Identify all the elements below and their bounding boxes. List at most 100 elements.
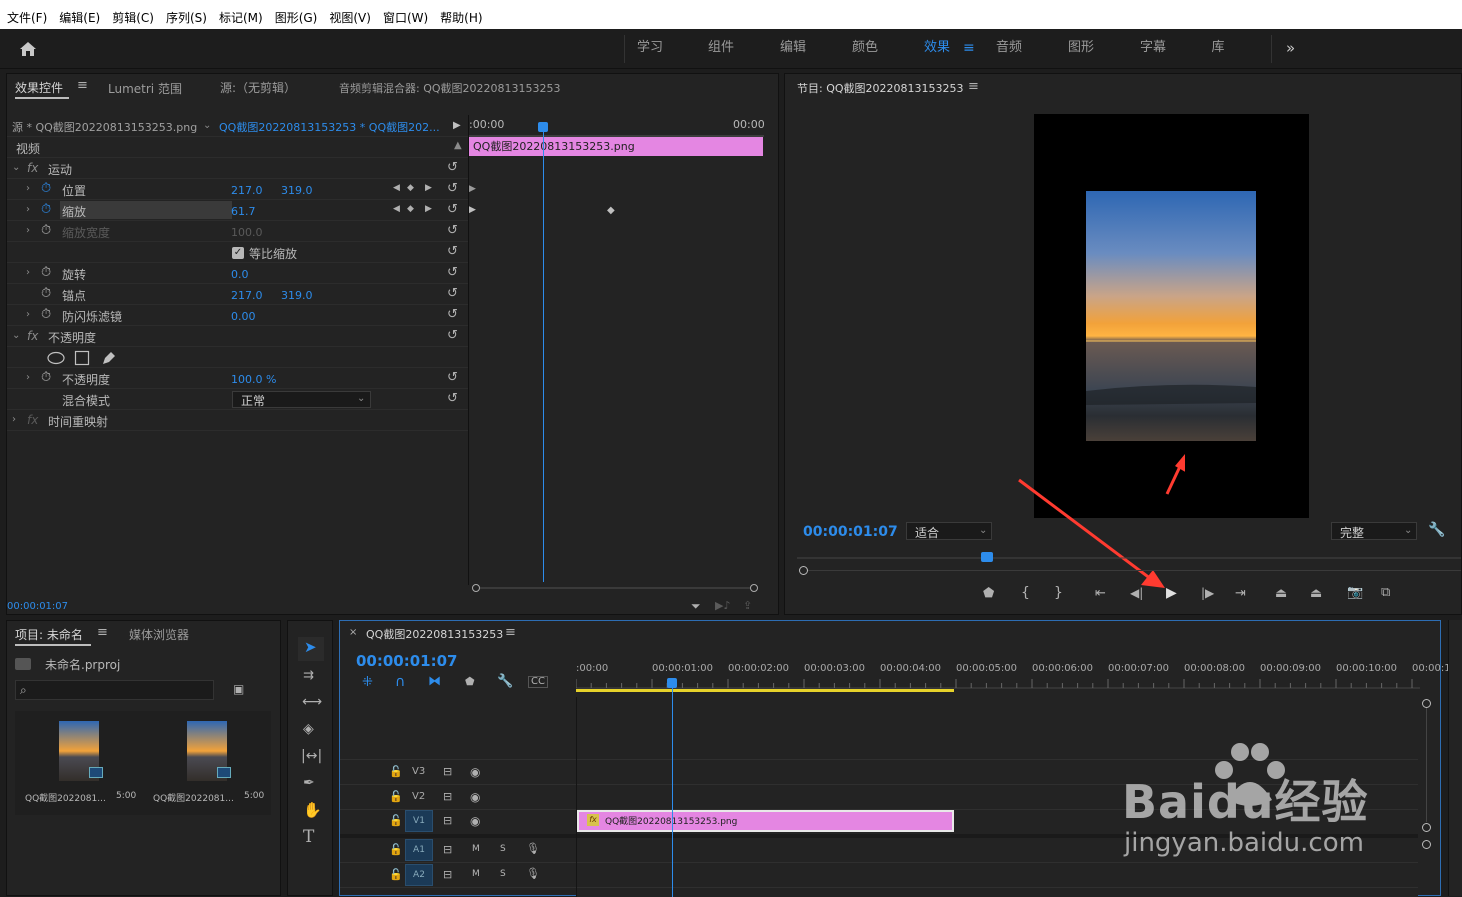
chevron-right-icon[interactable]: › xyxy=(26,372,30,383)
scrubber-playhead[interactable] xyxy=(981,552,993,562)
fit-select[interactable]: 适合 ⌄ xyxy=(906,522,992,540)
workspace-audio[interactable]: 音频 xyxy=(973,29,1045,69)
menu-file[interactable]: 文件(F) xyxy=(7,9,47,26)
workspace-learn[interactable]: 学习 xyxy=(614,29,686,69)
menu-sequence[interactable]: 序列(S) xyxy=(166,9,207,26)
sync-lock-icon[interactable]: ⊟ xyxy=(443,815,452,826)
extract-icon[interactable]: ⏏ xyxy=(1310,587,1322,600)
tab-source[interactable]: 源:（无剪辑） xyxy=(220,79,296,96)
track-select-icon[interactable]: ⇉ xyxy=(303,669,314,682)
chevron-right-icon[interactable]: › xyxy=(12,414,16,425)
next-keyframe-icon[interactable]: ▶ xyxy=(425,184,432,193)
uniform-scale-checkbox[interactable]: ✓ xyxy=(232,247,244,259)
new-bin-icon[interactable]: ▣ xyxy=(233,683,244,695)
ellipse-mask-icon[interactable] xyxy=(46,351,66,365)
position-y[interactable]: 319.0 xyxy=(281,184,313,197)
time-remap-row[interactable]: › fx 时间重映射 xyxy=(7,410,468,431)
stopwatch-icon[interactable]: ⏱ xyxy=(41,203,51,216)
mute-button[interactable]: M xyxy=(472,844,480,854)
menu-window[interactable]: 窗口(W) xyxy=(383,9,428,26)
sync-lock-icon[interactable]: ⊟ xyxy=(443,844,452,855)
sequence-label[interactable]: QQ截图20220813153253 * QQ截图202... xyxy=(219,119,440,135)
sync-lock-icon[interactable]: ⊟ xyxy=(443,766,452,777)
step-forward-icon[interactable]: |▶ xyxy=(1201,587,1214,599)
rotation-value[interactable]: 0.0 xyxy=(231,268,249,281)
type-tool-icon[interactable]: T xyxy=(303,829,314,846)
panel-menu-icon[interactable]: ≡ xyxy=(505,625,516,640)
captions-icon[interactable]: CC xyxy=(528,676,548,688)
track-target-a1[interactable]: A1 xyxy=(405,839,433,861)
motion-row[interactable]: ⌄ fx 运动 ↺ xyxy=(7,158,468,179)
add-keyframe-icon[interactable]: ◆ xyxy=(407,184,414,193)
timeline-ruler[interactable]: :00:00 00:00:01:00 00:00:02:00 00:00:03:00 0… xyxy=(576,659,1451,693)
project-item[interactable]: QQ截图2022081... 5:00 xyxy=(143,711,269,815)
zoom-handle[interactable] xyxy=(799,566,808,575)
tab-audio-clip-mixer[interactable]: 音频剪辑混合器: QQ截图20220813153253 xyxy=(339,80,561,96)
razor-icon[interactable]: ◈ xyxy=(303,722,314,736)
go-to-out-icon[interactable]: ⇥ xyxy=(1235,587,1246,600)
prev-keyframe-icon[interactable]: ◀ xyxy=(393,205,400,214)
go-to-in-icon[interactable]: ⇤ xyxy=(1095,587,1106,600)
scale-value[interactable]: 61.7 xyxy=(231,205,256,218)
selection-tool-icon[interactable]: ➤ xyxy=(304,640,317,655)
position-x[interactable]: 217.0 xyxy=(231,184,263,197)
menu-help[interactable]: 帮助(H) xyxy=(440,9,482,26)
tab-media-browser[interactable]: 媒体浏览器 xyxy=(129,626,189,643)
keyframe-diamond-icon[interactable]: ◆ xyxy=(607,205,615,216)
reset-icon[interactable]: ↺ xyxy=(447,328,458,343)
menu-view[interactable]: 视图(V) xyxy=(329,9,371,26)
anchor-y[interactable]: 319.0 xyxy=(281,289,313,302)
chevron-right-icon[interactable]: › xyxy=(26,204,30,215)
ripple-edit-icon[interactable]: ⟷ xyxy=(302,695,322,709)
hand-tool-icon[interactable]: ✋ xyxy=(303,803,322,818)
lock-icon[interactable]: 🔓 xyxy=(389,766,403,777)
lock-icon[interactable]: 🔓 xyxy=(389,844,403,855)
mark-out-icon[interactable]: } xyxy=(1054,586,1063,600)
workspace-captions[interactable]: 字幕 xyxy=(1117,29,1189,69)
flicker-row[interactable]: › ⏱ 防闪烁滤镜 0.00 ↺ xyxy=(7,305,468,326)
scroll-handle-audio[interactable] xyxy=(1422,840,1431,849)
mark-in-icon[interactable]: { xyxy=(1021,586,1030,600)
opacity-row[interactable]: › ⏱ 不透明度 100.0 % ↺ xyxy=(7,368,468,389)
timeline-clip[interactable]: fx QQ截图20220813153253.png xyxy=(577,810,954,832)
program-timecode[interactable]: 00:00:01:07 xyxy=(803,524,898,540)
chevron-right-icon[interactable]: › xyxy=(26,267,30,278)
blend-mode-select[interactable]: 正常 ⌄ xyxy=(232,391,371,408)
program-scrubber[interactable] xyxy=(797,552,1461,575)
add-keyframe-icon[interactable]: ◆ xyxy=(407,205,414,214)
anchor-row[interactable]: ⏱ 锚点 217.0 319.0 ↺ xyxy=(7,284,468,305)
flicker-value[interactable]: 0.00 xyxy=(231,310,256,323)
eye-icon[interactable]: ◉ xyxy=(470,766,480,778)
workspace-color[interactable]: 颜色 xyxy=(829,29,901,69)
snap-magnet-icon[interactable]: ∩ xyxy=(395,675,405,689)
lock-icon[interactable]: 🔓 xyxy=(389,815,403,826)
chevron-right-icon[interactable]: › xyxy=(26,309,30,320)
scroll-handle-left[interactable] xyxy=(472,584,480,592)
opacity-fx-row[interactable]: ⌄ fx 不透明度 ↺ xyxy=(7,326,468,347)
slip-tool-icon[interactable]: |↔| xyxy=(301,749,322,763)
mini-timeline-ruler[interactable]: :00:00 00:00 xyxy=(469,115,765,137)
mic-icon[interactable]: 🎙 xyxy=(526,868,540,879)
menu-marker[interactable]: 标记(M) xyxy=(219,9,263,26)
step-back-icon[interactable]: ◀| xyxy=(1130,587,1143,599)
program-title[interactable]: 节目: QQ截图20220813153253 xyxy=(797,80,964,96)
rotation-row[interactable]: › ⏱ 旋转 0.0 ↺ xyxy=(7,263,468,284)
scale-row[interactable]: › ⏱ 缩放 61.7 ◀ ◆ ▶ ↺ xyxy=(7,200,468,221)
stopwatch-icon[interactable]: ⏱ xyxy=(41,182,51,195)
comparison-view-icon[interactable]: ⧉ xyxy=(1381,586,1390,599)
stopwatch-icon[interactable]: ⏱ xyxy=(41,308,51,321)
position-row[interactable]: › ⏱ 位置 217.0 319.0 ◀ ◆ ▶ ↺ xyxy=(7,179,468,200)
solo-button[interactable]: S xyxy=(500,844,506,854)
anchor-x[interactable]: 217.0 xyxy=(231,289,263,302)
play-icon[interactable]: ▶ xyxy=(1166,586,1177,600)
reset-icon[interactable]: ↺ xyxy=(447,160,458,175)
track-target-v1[interactable]: V1 xyxy=(405,810,433,832)
prev-keyframe-icon[interactable]: ◀ xyxy=(393,184,400,193)
chevron-down-icon[interactable]: ⌄ xyxy=(203,120,211,131)
linked-selection-icon[interactable]: ⧓ xyxy=(428,675,441,688)
reset-icon[interactable]: ↺ xyxy=(447,307,458,322)
workspace-libraries[interactable]: 库 xyxy=(1182,29,1254,69)
reset-icon[interactable]: ↺ xyxy=(447,181,458,196)
menu-graphics[interactable]: 图形(G) xyxy=(275,9,318,26)
panel-menu-icon[interactable]: ≡ xyxy=(968,79,979,94)
